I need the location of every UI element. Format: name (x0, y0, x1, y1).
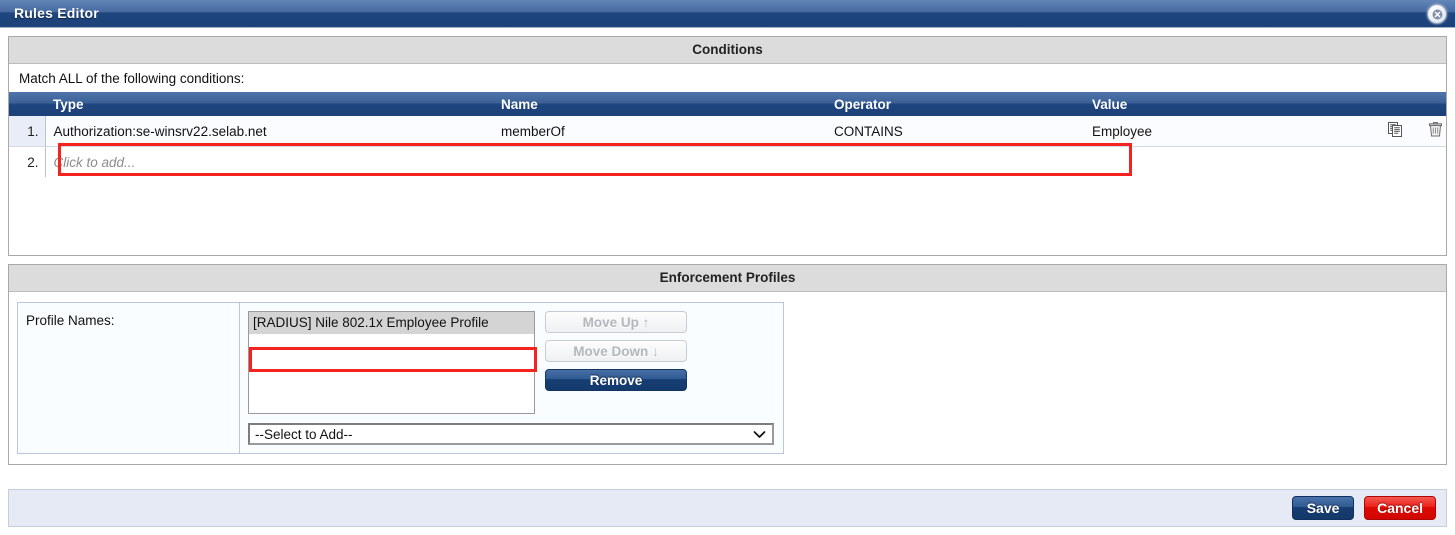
column-header-actions (1382, 92, 1446, 116)
row-index: 1. (9, 116, 46, 147)
row-actions (1382, 116, 1446, 147)
conditions-empty-space (9, 177, 1446, 255)
profile-names-label: Profile Names: (18, 303, 240, 453)
move-down-button[interactable]: Move Down ↓ (545, 340, 687, 362)
enforcement-profiles-heading: Enforcement Profiles (9, 265, 1446, 292)
column-header-index (9, 92, 45, 116)
cell-value[interactable]: Employee (1084, 116, 1382, 147)
remove-button[interactable]: Remove (545, 369, 687, 391)
column-header-value[interactable]: Value (1084, 92, 1382, 116)
column-header-name[interactable]: Name (493, 92, 826, 116)
save-button[interactable]: Save (1292, 496, 1355, 520)
cell-name[interactable]: memberOf (493, 116, 826, 147)
window-titlebar: Rules Editor (0, 0, 1455, 28)
column-header-operator[interactable]: Operator (826, 92, 1084, 116)
list-item[interactable]: [RADIUS] Nile 802.1x Employee Profile (249, 312, 534, 334)
cell-type[interactable]: Authorization:se-winsrv22.selab.net (45, 116, 493, 147)
move-up-button[interactable]: Move Up ↑ (545, 311, 687, 333)
select-to-add-dropdown[interactable]: --Select to Add-- (248, 423, 774, 445)
cell-operator[interactable]: CONTAINS (826, 116, 1084, 147)
conditions-panel: Conditions Match ALL of the following co… (8, 36, 1447, 256)
click-to-add-cell[interactable]: Click to add... (45, 146, 1446, 177)
conditions-heading: Conditions (9, 37, 1446, 64)
column-header-type[interactable]: Type (45, 92, 493, 116)
table-row[interactable]: 1. Authorization:se-winsrv22.selab.net m… (9, 116, 1446, 147)
table-row[interactable]: 2. Click to add... (9, 146, 1446, 177)
window-title: Rules Editor (14, 5, 99, 21)
dialog-footer: Save Cancel (8, 489, 1447, 527)
conditions-table: Type Name Operator Value 1. Authorizatio… (9, 92, 1446, 177)
chevron-down-icon (753, 427, 766, 442)
copy-icon[interactable] (1388, 122, 1403, 140)
close-icon[interactable] (1427, 4, 1447, 24)
profile-names-listbox[interactable]: [RADIUS] Nile 802.1x Employee Profile (248, 311, 535, 414)
row-index: 2. (9, 146, 46, 177)
cancel-button[interactable]: Cancel (1364, 496, 1436, 520)
conditions-header-row: Type Name Operator Value (9, 92, 1446, 116)
enforcement-profiles-box: Profile Names: [RADIUS] Nile 802.1x Empl… (17, 302, 784, 454)
enforcement-profiles-panel: Enforcement Profiles Profile Names: [RAD… (8, 264, 1447, 465)
select-to-add-value: --Select to Add-- (255, 426, 353, 442)
match-all-label: Match ALL of the following conditions: (19, 71, 245, 86)
trash-icon[interactable] (1428, 122, 1442, 140)
